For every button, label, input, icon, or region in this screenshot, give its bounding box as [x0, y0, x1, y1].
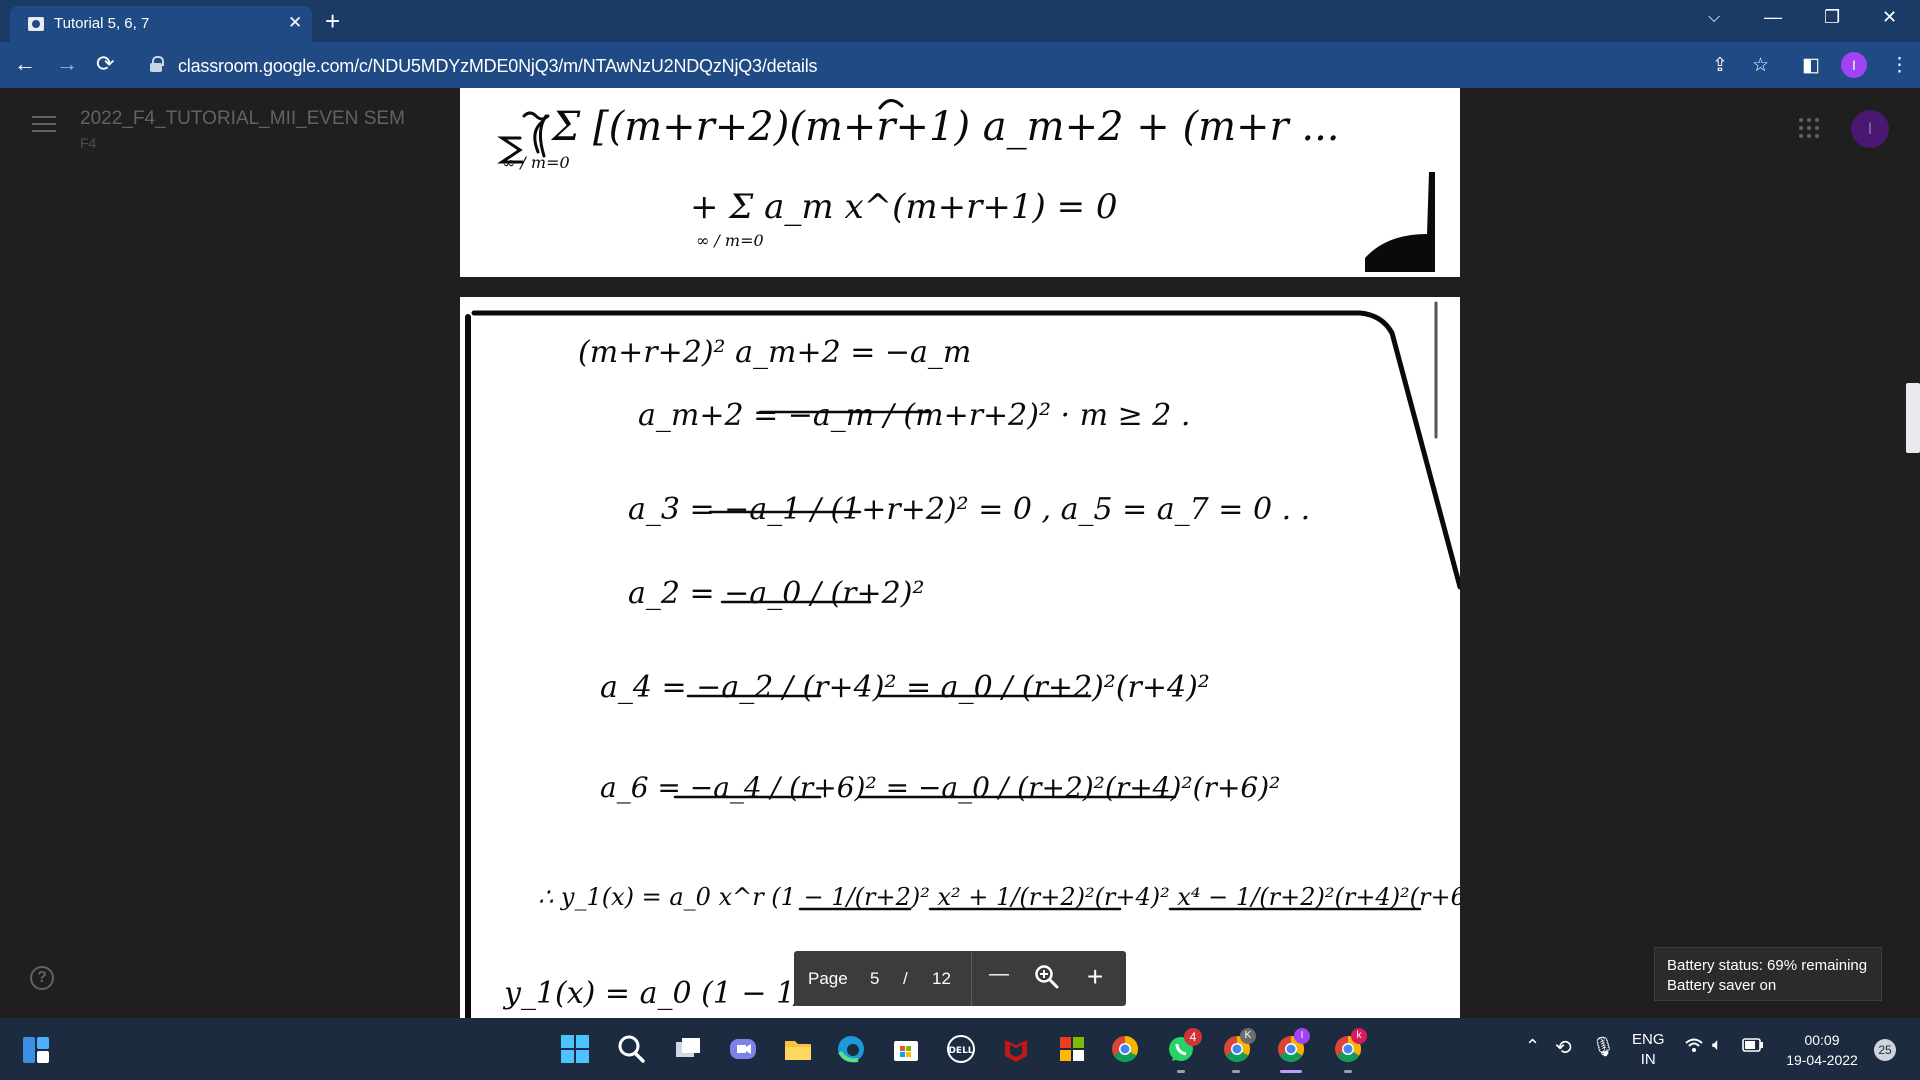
battery-tooltip: Battery status: 69% remaining Battery sa… [1654, 947, 1882, 1001]
equation-line-1-limits: ∞ / m=0 [502, 153, 570, 172]
profile-avatar[interactable]: I [1841, 52, 1867, 78]
equation-row-6: a_6 = −a_4 / (r+6)² = −a_0 / (r+2)²(r+4)… [600, 771, 1280, 804]
side-panel-icon[interactable]: ◧ [1802, 54, 1820, 77]
chrome-profile-badge-k2: k [1351, 1028, 1367, 1044]
current-page-input[interactable]: 5 [870, 969, 879, 989]
close-window-button[interactable]: ✕ [1882, 7, 1897, 28]
teams-chat-icon[interactable] [728, 1034, 758, 1064]
search-icon[interactable] [616, 1034, 646, 1064]
back-icon[interactable]: ← [14, 51, 36, 77]
show-hidden-icons-chevron-icon[interactable]: ⌃ [1525, 1036, 1540, 1057]
equation-row-5: a_4 = −a_2 / (r+4)² = a_0 / (r+2)²(r+4)² [600, 670, 1210, 705]
chrome-profile-badge-i: I [1294, 1028, 1310, 1044]
account-avatar[interactable]: I [1851, 110, 1889, 148]
equation-line-2-limits: ∞ / m=0 [696, 231, 764, 250]
clock-date: 19-04-2022 [1786, 1052, 1858, 1068]
task-view-icon[interactable] [673, 1034, 703, 1064]
chrome-k-running-indicator [1232, 1070, 1240, 1073]
equation-row-1: (m+r+2)² a_m+2 = −a_m [578, 335, 971, 370]
pager-divider [971, 951, 972, 1006]
main-menu-icon[interactable] [32, 116, 56, 132]
chrome-icon[interactable] [1110, 1034, 1140, 1064]
svg-text:DELL: DELL [948, 1046, 973, 1056]
region-code: IN [1640, 1051, 1656, 1068]
notification-count-badge[interactable]: 25 [1874, 1039, 1896, 1061]
url-text: classroom.google.com/c/NDU5MDYzMDE0NjQ3/… [178, 56, 818, 76]
office-tiles-icon[interactable] [1057, 1034, 1087, 1064]
chrome-profile-i-icon[interactable]: I [1276, 1028, 1310, 1064]
whatsapp-icon[interactable]: 4 [1166, 1028, 1202, 1064]
tab-strip: Tutorial 5, 6, 7 ✕ + ⌵ — ❐ ✕ [0, 0, 1920, 42]
help-icon[interactable]: ? [30, 966, 54, 990]
microsoft-store-icon[interactable] [891, 1034, 921, 1064]
lock-icon[interactable] [150, 56, 164, 72]
wifi-icon[interactable] [1684, 1037, 1704, 1058]
file-explorer-icon[interactable] [783, 1034, 813, 1064]
microphone-icon[interactable]: 🎙︎ [1591, 1035, 1615, 1059]
document-page-top: Σ [(m+r+2)(m+r+1) a_m+2 + (m+r ... ∞ / m… [460, 88, 1460, 277]
close-tab-icon[interactable]: ✕ [288, 13, 302, 33]
share-icon[interactable]: ⇪ [1712, 54, 1728, 77]
reload-icon[interactable]: ⟳ [96, 51, 114, 77]
start-menu-icon[interactable] [560, 1034, 590, 1064]
equation-row-4: a_2 = −a_0 / (r+2)² [628, 576, 924, 611]
browser-toolbar: ← → ⟳ classroom.google.com/c/NDU5MDYzMDE… [0, 42, 1920, 88]
page-navigator: Page 5 / 12 — + [794, 951, 1126, 1006]
whatsapp-running-indicator [1177, 1070, 1185, 1073]
handwriting-main: (m+r+2)² a_m+2 = −a_m a_m+2 = −a_m / (m+… [465, 301, 1460, 1018]
new-tab-button[interactable]: + [325, 6, 340, 37]
page-label: Page [808, 969, 848, 988]
battery-saver-text: Battery saver on [1667, 977, 1777, 994]
scan-edge-shadow [1365, 172, 1435, 272]
mcafee-icon[interactable] [1001, 1034, 1031, 1064]
battery-status-text: Battery status: 69% remaining [1667, 957, 1868, 974]
browser-menu-icon[interactable]: ⋮ [1890, 54, 1909, 77]
document-page-main: (m+r+2)² a_m+2 = −a_m a_m+2 = −a_m / (m+… [460, 297, 1460, 1018]
equation-line-1: Σ [(m+r+2)(m+r+1) a_m+2 + (m+r ... [550, 104, 1340, 150]
chrome-profile-badge-k: K [1240, 1028, 1256, 1044]
class-title[interactable]: 2022_F4_TUTORIAL_MII_EVEN SEM [80, 108, 405, 130]
bookmark-star-icon[interactable]: ☆ [1752, 54, 1769, 77]
onedrive-sync-icon[interactable]: ⟲ [1555, 1035, 1572, 1060]
zoom-out-button[interactable]: — [989, 963, 1009, 986]
chrome-profile-k-icon[interactable]: K [1222, 1028, 1256, 1064]
classroom-favicon-icon [28, 17, 44, 31]
forward-icon[interactable]: → [56, 51, 78, 77]
page-separator: / [903, 969, 908, 988]
browser-tab[interactable]: Tutorial 5, 6, 7 ✕ [10, 6, 312, 42]
handwriting-top: Σ [(m+r+2)(m+r+1) a_m+2 + (m+r ... ∞ / m… [497, 99, 1435, 272]
language-indicator[interactable]: ENG IN [1632, 1030, 1665, 1070]
taskbar: DELL 4 K I k ⌃ ⟲ 🎙︎ ENG IN 🔈︎ 00:09 19-0… [0, 1018, 1920, 1080]
whatsapp-unread-badge: 4 [1184, 1028, 1202, 1046]
total-pages: 12 [932, 969, 951, 988]
equation-row-3: a_3 = −a_1 / (1+r+2)² = 0 , a_5 = a_7 = … [628, 492, 1310, 527]
chrome-profile-k2-icon[interactable]: k [1333, 1028, 1367, 1064]
class-section: F4 [80, 135, 97, 151]
volume-icon[interactable]: 🔈︎ [1712, 1035, 1722, 1055]
battery-icon[interactable] [1742, 1038, 1764, 1056]
equation-line-2: + Σ a_m x^(m+r+1) = 0 [690, 187, 1118, 227]
tab-search-chevron-icon[interactable]: ⌵ [1708, 9, 1720, 27]
dell-icon[interactable]: DELL [946, 1034, 976, 1064]
clock[interactable]: 00:09 19-04-2022 [1782, 1030, 1862, 1070]
equation-row-2: a_m+2 = −a_m / (m+r+2)² · m ≥ 2 . [638, 398, 1190, 433]
address-bar[interactable]: classroom.google.com/c/NDU5MDYzMDE0NjQ3/… [138, 48, 1770, 82]
zoom-in-button[interactable]: + [1087, 961, 1103, 993]
language-code: ENG [1632, 1031, 1665, 1048]
chrome-i-active-indicator [1280, 1070, 1302, 1073]
restore-button[interactable]: ❐ [1824, 7, 1840, 28]
chrome-k2-running-indicator [1344, 1070, 1352, 1073]
zoom-fit-icon[interactable] [1034, 964, 1060, 997]
google-apps-icon[interactable] [1799, 118, 1819, 138]
minimize-button[interactable]: — [1764, 7, 1782, 28]
equation-row-7: ∴ y_1(x) = a_0 x^r (1 − 1/(r+2)² x² + 1/… [538, 883, 1460, 911]
tab-title: Tutorial 5, 6, 7 [54, 15, 150, 32]
widgets-icon[interactable] [22, 1036, 50, 1064]
scrollbar-thumb[interactable] [1906, 383, 1920, 453]
clock-time: 00:09 [1804, 1032, 1840, 1048]
edge-browser-icon[interactable] [836, 1034, 866, 1064]
